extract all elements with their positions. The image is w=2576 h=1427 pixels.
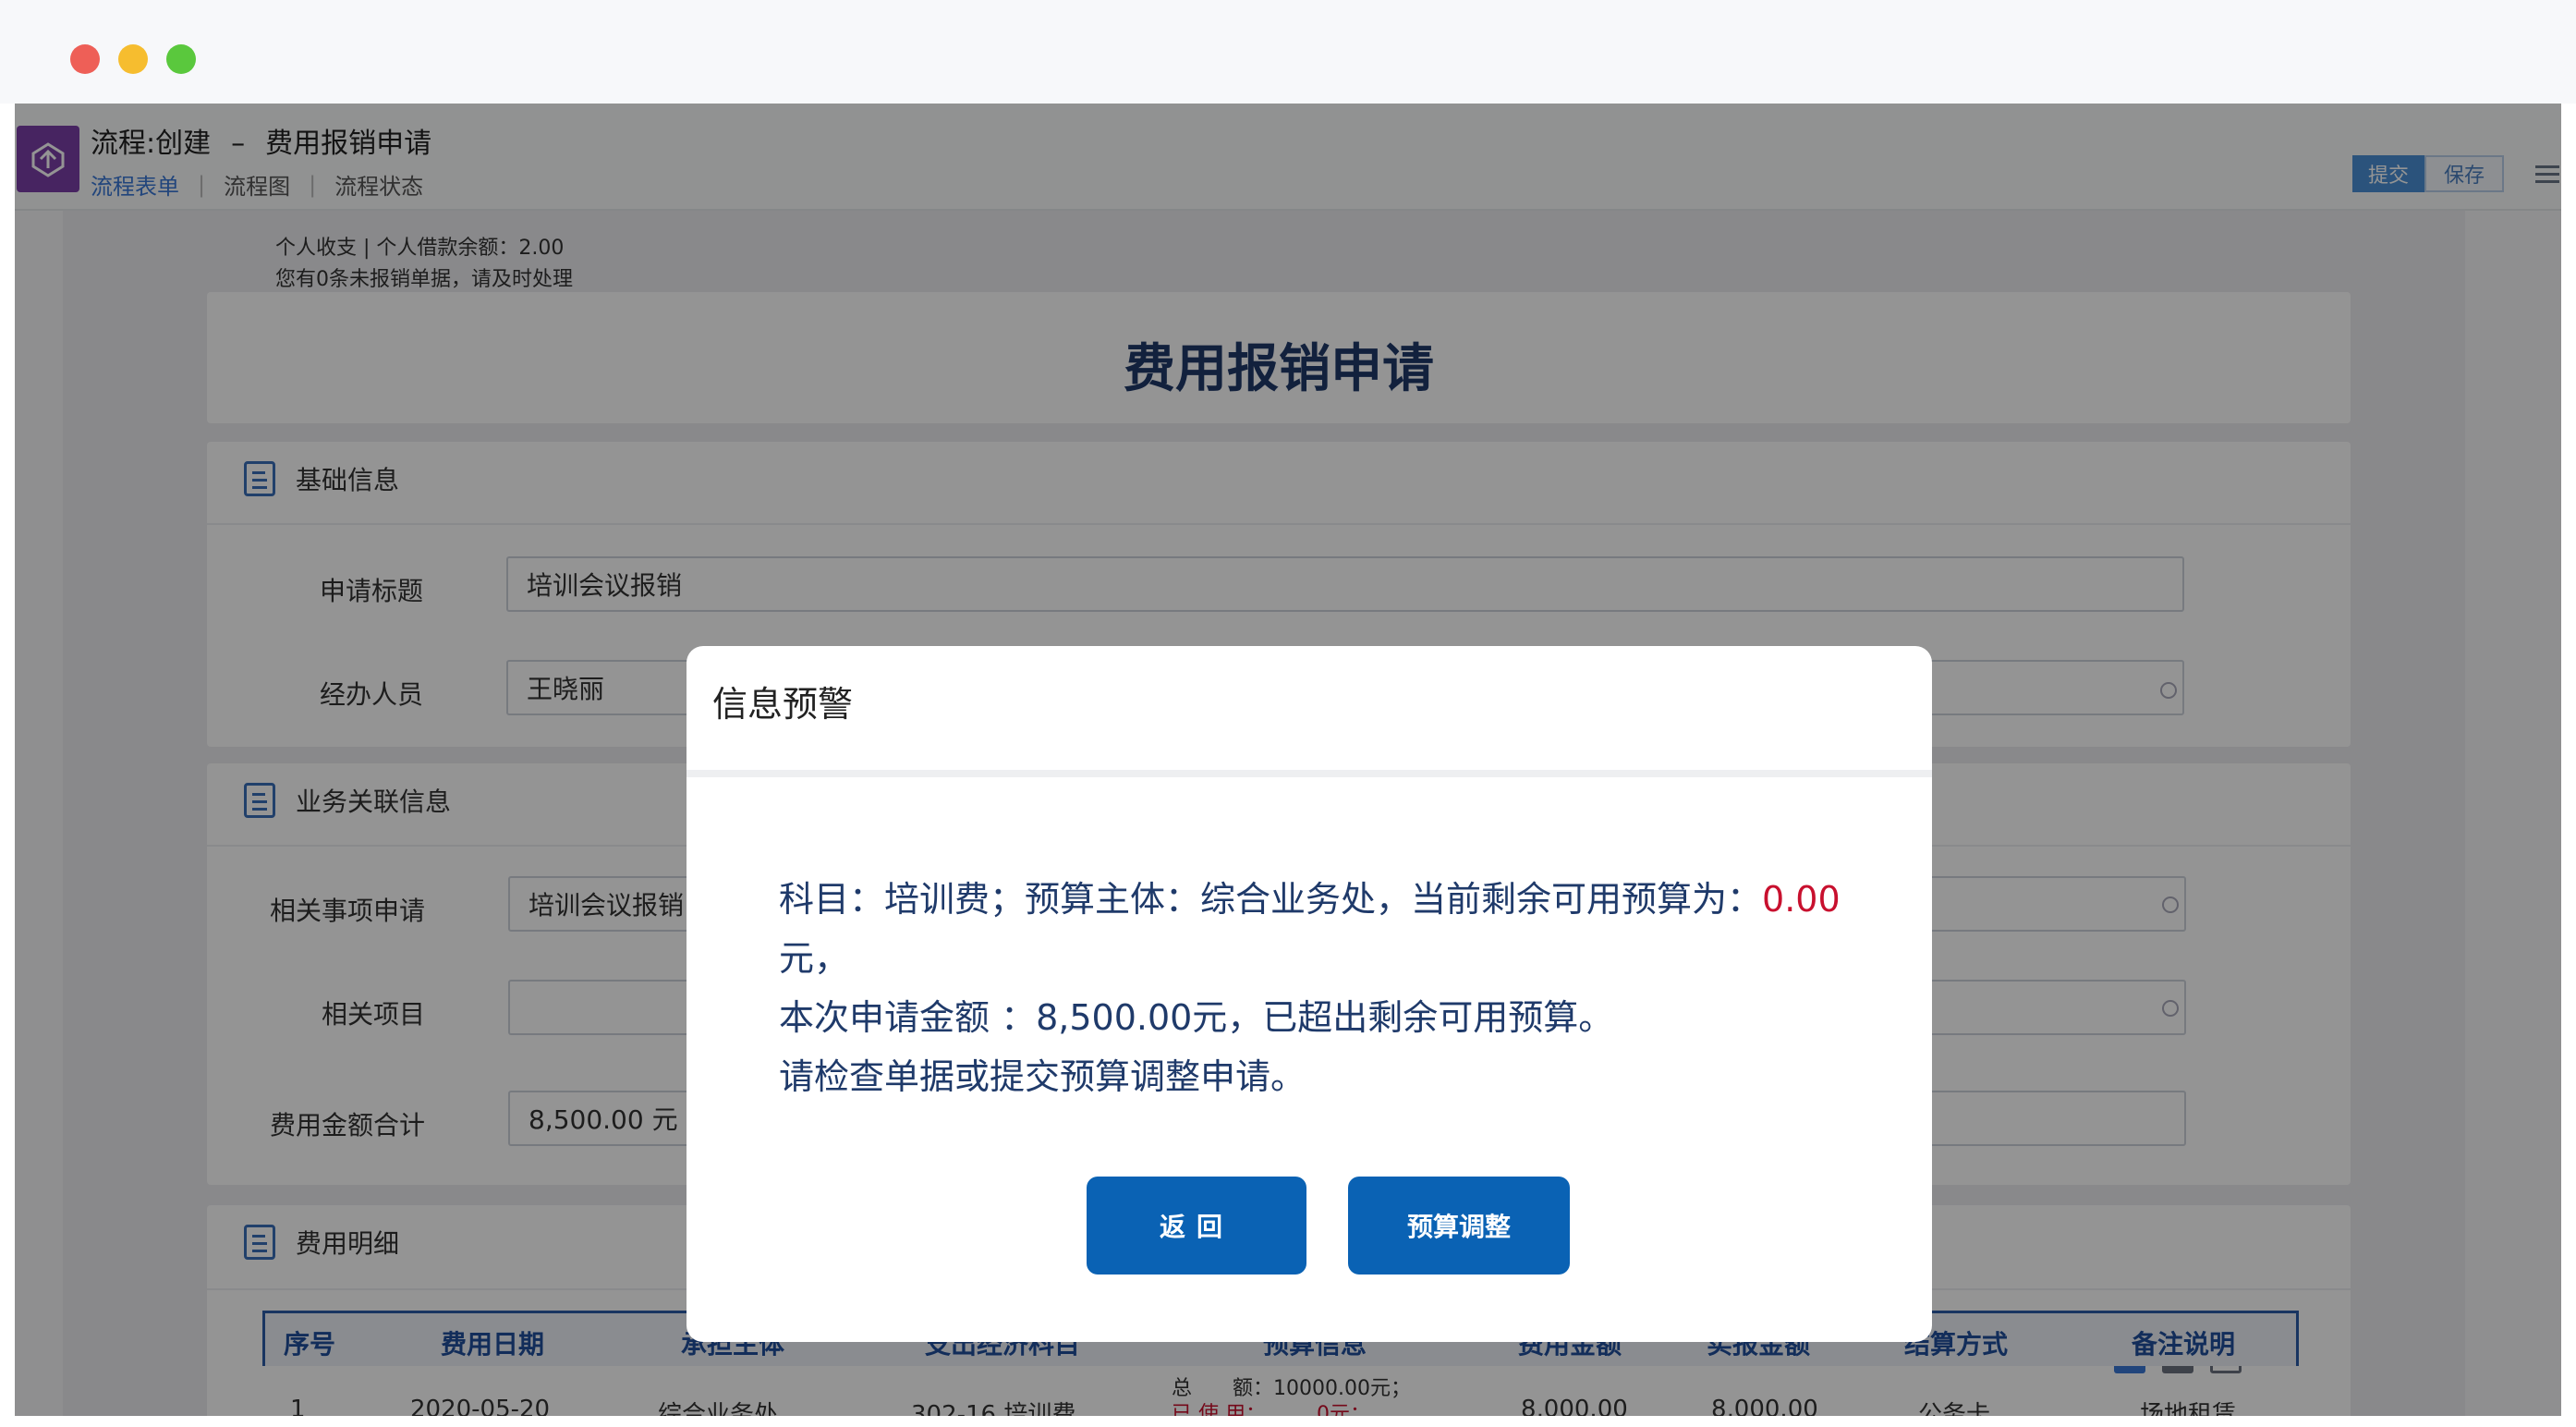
- message-line-1-suffix: 元，: [779, 938, 850, 979]
- message-line-1: 科目：培训费；预算主体：综合业务处，当前剩余可用预算为：0.00 元，: [779, 870, 1888, 988]
- close-window-button[interactable]: [70, 44, 100, 74]
- warning-dialog: 信息预警 科目：培训费；预算主体：综合业务处，当前剩余可用预算为：0.00 元， …: [687, 646, 1932, 1342]
- dialog-title: 信息预警: [712, 684, 854, 725]
- back-button[interactable]: 返回: [1087, 1177, 1306, 1275]
- remaining-budget-amount: 0.00: [1762, 879, 1841, 920]
- app-area: 流程:创建 – 费用报销申请 流程表单 | 流程图 | 流程状态 提交 保存 个人收…: [15, 104, 2561, 1416]
- message-line-3: 请检查单据或提交预算调整申请。: [779, 1056, 1306, 1097]
- maximize-window-button[interactable]: [166, 44, 196, 74]
- browser-window: 流程:创建 – 费用报销申请 流程表单 | 流程图 | 流程状态 提交 保存 个人收…: [0, 0, 2576, 1427]
- dialog-message: 科目：培训费；预算主体：综合业务处，当前剩余可用预算为：0.00 元， 本次申请金…: [779, 870, 1888, 1106]
- message-line-1-prefix: 科目：培训费；预算主体：综合业务处，当前剩余可用预算为：: [779, 879, 1763, 920]
- window-titlebar: [0, 0, 2576, 104]
- minimize-window-button[interactable]: [118, 44, 148, 74]
- dialog-divider: [687, 770, 1932, 777]
- budget-adjust-button[interactable]: 预算调整: [1348, 1177, 1570, 1275]
- message-line-2: 本次申请金额 ：8,500.00元，已超出剩余可用预算。: [779, 997, 1614, 1038]
